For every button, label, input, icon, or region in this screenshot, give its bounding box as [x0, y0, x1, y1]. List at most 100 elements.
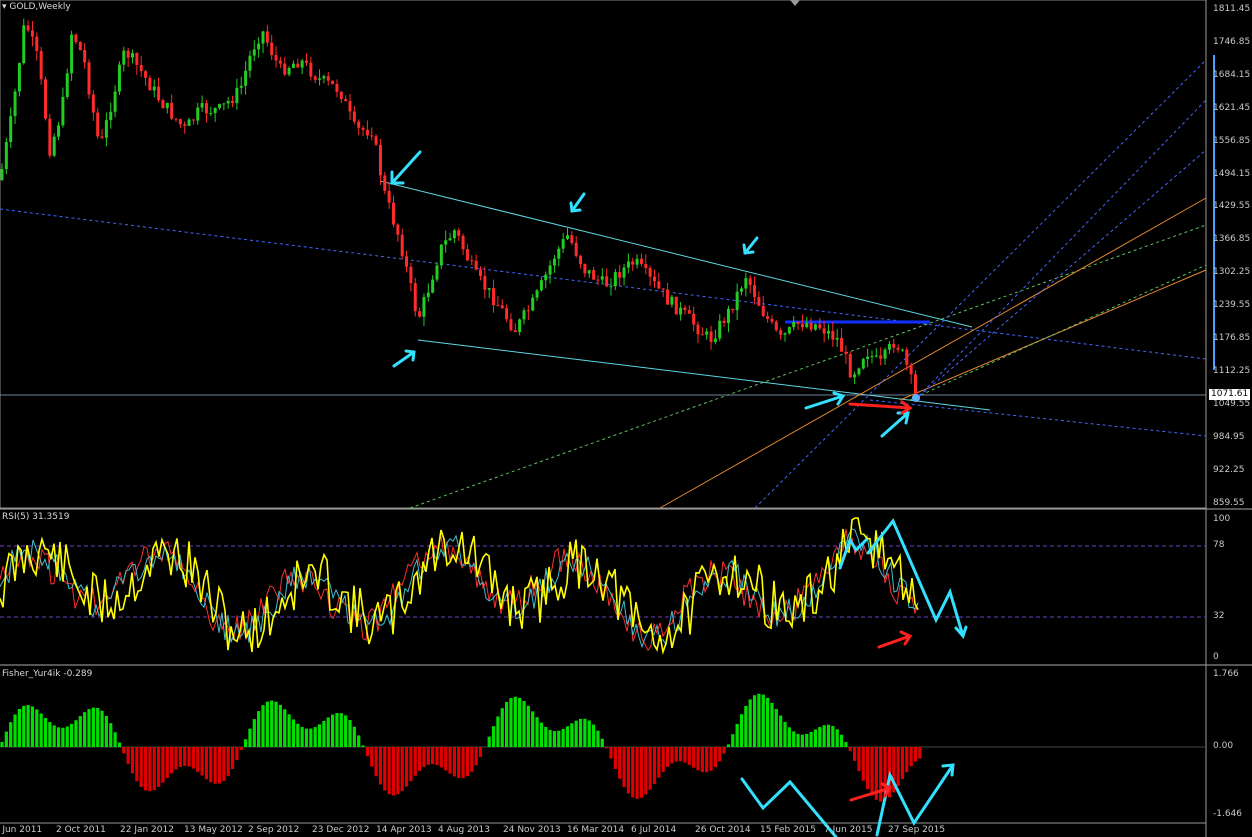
fisher-bar [822, 725, 826, 747]
fisher-bar [792, 731, 796, 747]
fisher-bar [813, 729, 818, 747]
candle-body [748, 278, 752, 286]
candle-body [718, 320, 722, 339]
fisher-bar [361, 745, 365, 747]
fisher-bar [787, 727, 791, 747]
arrow-down-left-3 [742, 236, 759, 255]
fisher-level-label: 0.00 [1213, 741, 1234, 751]
candle-body [61, 96, 65, 126]
symbol-title: GOLD,Weekly [9, 2, 71, 12]
dashed-fan-line-blue-3[interactable] [914, 149, 1207, 401]
candle-body [100, 136, 104, 138]
price-tick-label: 1494.15 [1213, 168, 1251, 179]
fisher-bar [278, 704, 282, 747]
fisher-bar [226, 747, 230, 777]
fisher-bar [491, 726, 496, 747]
candle-body [122, 50, 126, 65]
fisher-bar [687, 747, 691, 765]
long-dashed-trendline[interactable] [0, 208, 1207, 360]
fisher-bar [61, 727, 65, 747]
candle-body [204, 103, 208, 114]
candle-body [644, 264, 648, 269]
candle-body [505, 308, 509, 320]
candle-body [378, 144, 382, 176]
fisher-bar [39, 713, 43, 747]
arrow-up-right-3 [880, 411, 910, 438]
fisher-bar [735, 723, 739, 747]
dashed-fan-line-green-2[interactable] [909, 264, 1207, 401]
dashed-fan-line-blue-4[interactable] [869, 399, 1207, 437]
fisher-bar [335, 712, 339, 747]
candle-body [187, 119, 191, 126]
fisher-bar [648, 747, 652, 790]
fisher-bar [331, 714, 335, 747]
fisher-bar [296, 723, 300, 747]
channel-lower-line[interactable] [417, 339, 991, 411]
candle-body [65, 73, 69, 97]
orange-fan-line-1[interactable] [659, 197, 1207, 509]
candle-body [226, 100, 230, 104]
candle-body [840, 337, 844, 352]
candle-body [813, 324, 817, 330]
candle-body [626, 261, 630, 268]
candle-body [465, 249, 469, 261]
fisher-bar [161, 747, 165, 783]
dashed-fan-line-blue-1[interactable] [754, 59, 1207, 509]
fisher-bar [578, 718, 583, 747]
trendlines[interactable] [0, 59, 1207, 509]
date-tick-label: 7 Jun 2015 [824, 825, 873, 835]
candle-body [348, 101, 352, 112]
candle-body [4, 142, 8, 170]
candle-body [887, 344, 891, 350]
fisher-bar [100, 710, 104, 747]
fisher-bar [313, 727, 317, 747]
fisher-bar [239, 747, 243, 751]
price-tick-label: 1684.15 [1213, 69, 1251, 80]
fisher-bar [748, 699, 752, 747]
candle-body [574, 242, 578, 256]
candle-body [883, 349, 887, 359]
fisher-bar [700, 747, 704, 772]
candle-body [104, 120, 108, 138]
candle-body [570, 235, 574, 243]
fisher-bar [500, 708, 504, 747]
fisher-bar [26, 705, 30, 747]
chart-shift-icon[interactable] [790, 0, 800, 6]
candle-body [296, 63, 300, 68]
candle-body [557, 248, 561, 259]
annotation-arrows[interactable] [390, 150, 910, 438]
dashed-fan-line-blue-2[interactable] [914, 99, 1207, 401]
candle-body [548, 265, 552, 275]
candle-body [539, 280, 543, 291]
fisher-bar [652, 747, 657, 784]
candle-body [479, 269, 482, 277]
fisher-bar [879, 747, 883, 802]
fisher-bar [526, 705, 530, 747]
candle-body [639, 258, 643, 265]
rsi-pane-title: RSI(5) 31.3519 [2, 512, 70, 522]
fisher-bar [435, 747, 439, 766]
candle-body [722, 320, 726, 324]
fisher-bar [505, 701, 509, 747]
rsi-level-label: 0 [1213, 652, 1219, 662]
candle-body [183, 124, 187, 126]
fisher-bar [839, 734, 844, 747]
fisher-bar [605, 747, 609, 749]
fisher-bar [52, 725, 56, 747]
price-tick-label: 1366.85 [1213, 234, 1251, 245]
fisher-bar [552, 731, 557, 747]
fisher-bar [461, 747, 465, 779]
dashed-fan-line-green[interactable] [409, 224, 1207, 509]
fisher-bar [683, 747, 687, 763]
fisher-bar [674, 747, 678, 762]
trading-chart[interactable] [0, 0, 1252, 837]
fisher-bar [665, 747, 670, 767]
fisher-bar [622, 747, 626, 788]
candle-body [344, 99, 348, 102]
candle-body [692, 313, 696, 325]
candle-body [544, 274, 548, 281]
candle-body [26, 25, 30, 31]
pivot-marker [912, 394, 920, 402]
rsi-wave-annotation[interactable] [838, 518, 968, 639]
fisher-bar [135, 747, 139, 782]
